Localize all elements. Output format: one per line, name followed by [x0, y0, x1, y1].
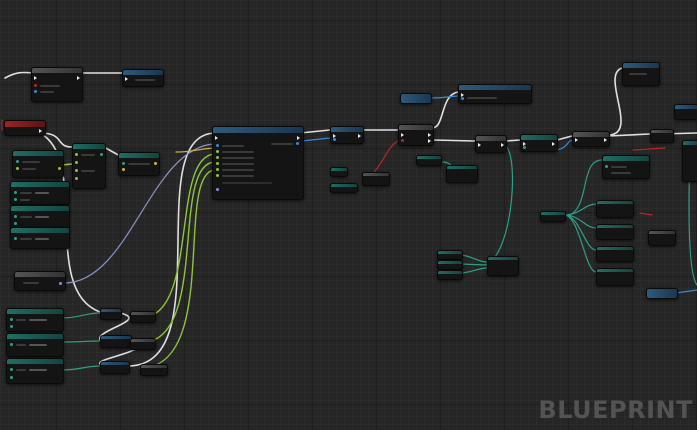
call-function-node[interactable] [330, 126, 364, 144]
break-struct-node[interactable] [596, 224, 634, 240]
set-node[interactable] [100, 335, 132, 348]
struct-wire [563, 203, 597, 216]
node-header [7, 334, 63, 339]
blueprint-graph-canvas[interactable]: BLUEPRINT [0, 0, 697, 430]
variable-node[interactable] [10, 227, 70, 249]
struct-wire [484, 144, 514, 266]
node-header [11, 228, 69, 233]
object-wire [429, 95, 459, 99]
node-header [573, 132, 609, 137]
node-header [32, 68, 82, 73]
set-node[interactable] [520, 134, 558, 152]
and-node[interactable] [362, 172, 390, 186]
sequence-node[interactable] [475, 135, 507, 153]
object-wire [675, 289, 697, 294]
struct-wire [459, 267, 488, 274]
set-node[interactable] [140, 364, 168, 376]
exec-wire [431, 139, 476, 142]
node-header [13, 151, 63, 156]
function-call-node[interactable] [458, 84, 532, 104]
event-node[interactable] [622, 62, 660, 86]
node-header [73, 144, 105, 149]
node-header [7, 359, 63, 364]
node-header [213, 127, 303, 133]
set-node[interactable] [100, 308, 122, 320]
struct-getter-node[interactable] [437, 260, 463, 270]
event-node[interactable] [31, 67, 83, 102]
node-header [7, 309, 63, 314]
function-call-node[interactable] [682, 140, 697, 182]
float-wire [139, 153, 215, 319]
exec-wire [299, 129, 331, 134]
compare-node[interactable] [648, 230, 676, 246]
object-wire [301, 137, 331, 142]
spawn-actor-node[interactable] [212, 126, 304, 200]
node-header [603, 156, 649, 161]
break-struct-node[interactable] [446, 165, 478, 183]
struct-getter-node[interactable] [540, 211, 566, 222]
struct-wire [459, 254, 488, 263]
node-header [399, 125, 433, 130]
bool-getter-node[interactable] [330, 167, 348, 177]
node-header [401, 94, 431, 103]
node-header [5, 121, 45, 127]
break-struct-node[interactable] [596, 246, 634, 262]
exec-wire [607, 67, 623, 136]
node-header [476, 136, 506, 141]
node-header [331, 127, 363, 132]
struct-wire [61, 365, 101, 371]
struct-getter-node[interactable] [6, 358, 64, 384]
set-node[interactable] [650, 129, 674, 143]
bool-wire [632, 147, 666, 151]
object-getter-node[interactable] [646, 288, 678, 299]
struct-wire [563, 214, 597, 273]
branch-node[interactable] [398, 124, 434, 146]
variable-node[interactable] [400, 93, 432, 104]
set-node[interactable] [130, 338, 156, 350]
function-call-node[interactable] [674, 104, 697, 120]
set-node[interactable] [100, 361, 130, 374]
bool-wire [639, 212, 653, 216]
exec-wire [556, 135, 573, 141]
function-call-node[interactable] [122, 69, 164, 87]
struct-getter-node[interactable] [6, 308, 64, 332]
call-function-node[interactable] [572, 131, 610, 147]
blueprint-watermark: BLUEPRINT [538, 396, 693, 424]
string-variable-node[interactable] [14, 271, 66, 291]
struct-getter-node[interactable] [437, 270, 463, 280]
custom-event-node[interactable] [4, 120, 46, 136]
make-struct-node[interactable] [487, 256, 519, 276]
vector-wire [175, 147, 215, 153]
struct-wire [61, 340, 101, 343]
struct-getter-node[interactable] [416, 155, 442, 166]
node-header [11, 206, 69, 211]
struct-getter-node[interactable] [437, 250, 463, 260]
struct-getter-node[interactable] [6, 333, 64, 357]
struct-wire [61, 312, 101, 319]
bool-getter-node[interactable] [330, 183, 358, 193]
struct-wire [459, 263, 488, 266]
break-struct-node[interactable] [118, 152, 160, 176]
node-header [119, 153, 159, 158]
variable-node[interactable] [10, 181, 70, 205]
node-header [15, 272, 65, 277]
variable-node[interactable] [10, 205, 70, 229]
get-variable-node[interactable] [12, 150, 64, 178]
break-struct-node[interactable] [596, 268, 634, 286]
node-header [521, 135, 557, 140]
break-struct-node[interactable] [602, 155, 650, 179]
set-node[interactable] [130, 311, 156, 323]
exec-wire [504, 139, 521, 142]
node-header [623, 63, 659, 68]
make-struct-node[interactable] [72, 143, 106, 189]
break-struct-node[interactable] [596, 200, 634, 218]
node-header [11, 182, 69, 187]
node-header [459, 85, 531, 90]
node-header [123, 70, 163, 75]
